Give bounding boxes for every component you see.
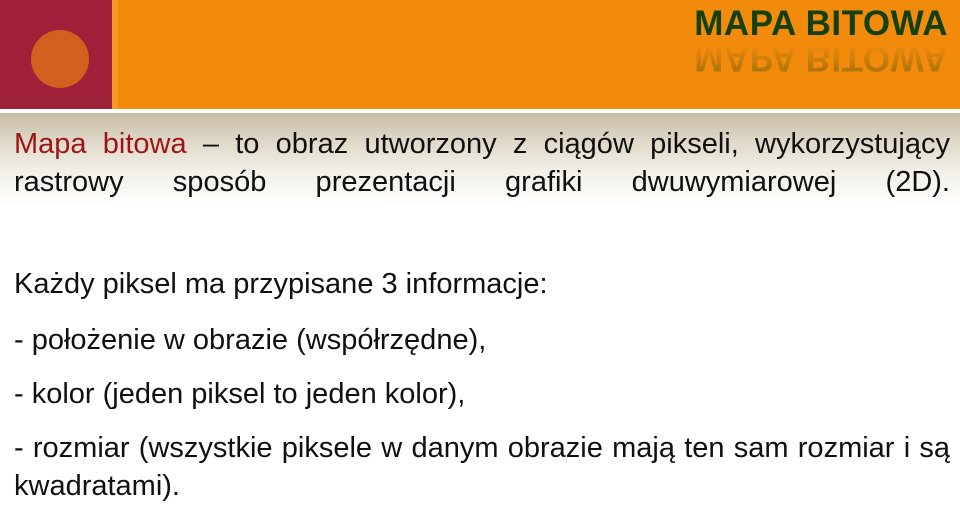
slide: MAPA BITOWA MAPA BITOWA Mapa bitowa – to…: [0, 0, 960, 515]
bullet-item-size: - rozmiar (wszystkie piksele w danym obr…: [14, 432, 950, 502]
header-accent-stripe: [112, 0, 118, 109]
slide-header: MAPA BITOWA MAPA BITOWA: [0, 0, 960, 109]
bullet-item-position: - położenie w obrazie (współrzędne),: [14, 324, 487, 356]
logo-panel: [0, 0, 112, 109]
filled-circle-logo-icon: [31, 30, 89, 88]
intro-paragraph: Każdy piksel ma przypisane 3 informacje:: [14, 268, 548, 300]
slide-body: Mapa bitowa – to obraz utworzony z ciągó…: [14, 125, 950, 515]
page-title: MAPA BITOWA: [694, 4, 948, 43]
page-title-reflection: MAPA BITOWA: [694, 39, 948, 78]
definition-term: Mapa bitowa: [14, 128, 187, 160]
definition-paragraph: Mapa bitowa – to obraz utworzony z ciągó…: [14, 125, 950, 239]
header-divider: [0, 109, 960, 113]
bullet-item-color: - kolor (jeden piksel to jeden kolor),: [14, 378, 466, 410]
